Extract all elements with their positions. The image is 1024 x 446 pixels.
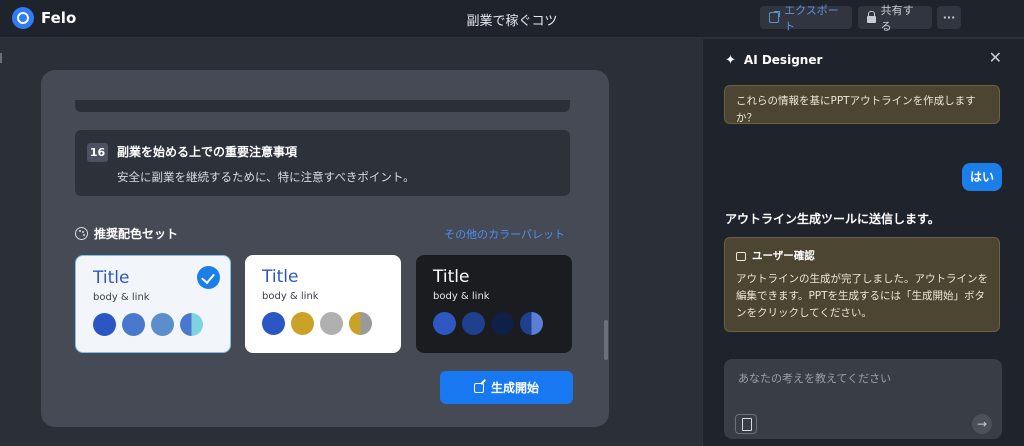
ai-message-text: これらの情報を基にPPTアウトラインを作成しますか？ xyxy=(736,95,976,124)
palette-swatches xyxy=(433,312,543,335)
generate-start-label: 生成開始 xyxy=(490,381,539,395)
outline-item-title: 副業を始める上での重要注意事項 xyxy=(117,145,298,159)
palette-icon xyxy=(75,227,88,240)
color-swatch xyxy=(491,312,514,335)
app-name: Felo xyxy=(41,9,77,27)
ai-designer-header: ✦ AI Designer xyxy=(725,53,822,67)
color-swatch xyxy=(433,312,456,335)
outline-item-description: 安全に副業を継続するために、特に注意すべきポイント。 xyxy=(117,170,415,184)
palette-body-sample: body & link xyxy=(433,291,490,302)
color-swatch xyxy=(320,312,343,335)
selected-check-icon xyxy=(197,266,220,289)
close-icon[interactable]: ✕ xyxy=(989,50,1002,66)
palette-swatches xyxy=(262,312,372,335)
chat-icon xyxy=(736,252,746,261)
confirmation-title: ユーザー確認 xyxy=(752,250,815,262)
sparkle-icon: ✦ xyxy=(725,52,736,68)
ai-message: これらの情報を基にPPTアウトラインを作成しますか？ xyxy=(724,85,1000,124)
palette-section-heading: 推奨配色セット xyxy=(75,225,178,242)
chat-input[interactable] xyxy=(738,369,988,387)
felo-logo-icon xyxy=(12,7,34,29)
attach-file-icon[interactable] xyxy=(735,414,757,434)
other-palettes-link[interactable]: その他のカラーパレット xyxy=(444,226,565,242)
color-palette-option[interactable]: Title body & link xyxy=(245,255,401,353)
color-swatch xyxy=(122,313,145,336)
color-swatch xyxy=(262,312,285,335)
share-button[interactable]: 共有する xyxy=(858,4,932,33)
app-header: Felo 副業で稼ぐコツ エクスポート 共有する ··· xyxy=(0,0,1024,38)
share-label: 共有する xyxy=(880,3,914,33)
palette-title-sample: Title xyxy=(93,268,130,288)
lock-icon xyxy=(867,11,876,23)
palette-swatches xyxy=(93,313,203,336)
palette-body-sample: body & link xyxy=(262,291,319,302)
color-swatch xyxy=(93,313,116,336)
previous-outline-item xyxy=(75,100,570,112)
user-confirmation-notice: ユーザー確認 アウトラインの生成が完了しました。アウトラインを編集できます。PP… xyxy=(724,237,1000,332)
outline-item-number: 16 xyxy=(87,143,108,162)
send-icon[interactable]: → xyxy=(972,414,992,434)
export-button[interactable]: エクスポート xyxy=(760,4,852,33)
felo-logo[interactable]: Felo xyxy=(12,7,76,29)
confirmation-text: アウトラインの生成が完了しました。アウトラインを編集できます。PPTを生成するに… xyxy=(736,273,988,319)
more-options-button[interactable]: ··· xyxy=(937,6,961,29)
color-swatch xyxy=(180,313,203,336)
outline-item[interactable]: 16 副業を始める上での重要注意事項 安全に副業を継続するために、特に注意すべき… xyxy=(75,130,570,196)
confirmation-header: ユーザー確認 xyxy=(736,248,988,265)
ai-designer-title: AI Designer xyxy=(743,53,823,67)
edit-icon xyxy=(473,382,484,393)
chat-input-box: → xyxy=(724,359,1002,439)
palette-title-sample: Title xyxy=(262,267,299,287)
user-message: はい xyxy=(962,163,1002,191)
ai-designer-panel: ✦ AI Designer ✕ これらの情報を基にPPTアウトラインを作成します… xyxy=(702,39,1024,446)
generate-start-button[interactable]: 生成開始 xyxy=(440,371,573,404)
ai-status-text: アウトライン生成ツールに送信します。 xyxy=(725,212,940,226)
outline-card: 16 副業を始める上での重要注意事項 安全に副業を継続するために、特に注意すべき… xyxy=(41,70,609,427)
palette-title-sample: Title xyxy=(433,267,470,287)
color-swatch xyxy=(462,312,485,335)
color-palette-option[interactable]: Title body & link xyxy=(75,255,231,353)
palette-section-title: 推奨配色セット xyxy=(94,227,179,241)
more-icon: ··· xyxy=(942,11,956,24)
outline-scrollbar[interactable] xyxy=(604,320,608,360)
color-swatch xyxy=(151,313,174,336)
color-swatch xyxy=(520,312,543,335)
color-palette-option[interactable]: Title body & link xyxy=(416,255,572,353)
sidebar-edge xyxy=(0,53,2,63)
color-swatch xyxy=(291,312,314,335)
palette-body-sample: body & link xyxy=(93,292,150,303)
export-icon xyxy=(769,11,781,23)
export-label: エクスポート xyxy=(784,3,839,33)
color-swatch xyxy=(349,312,372,335)
